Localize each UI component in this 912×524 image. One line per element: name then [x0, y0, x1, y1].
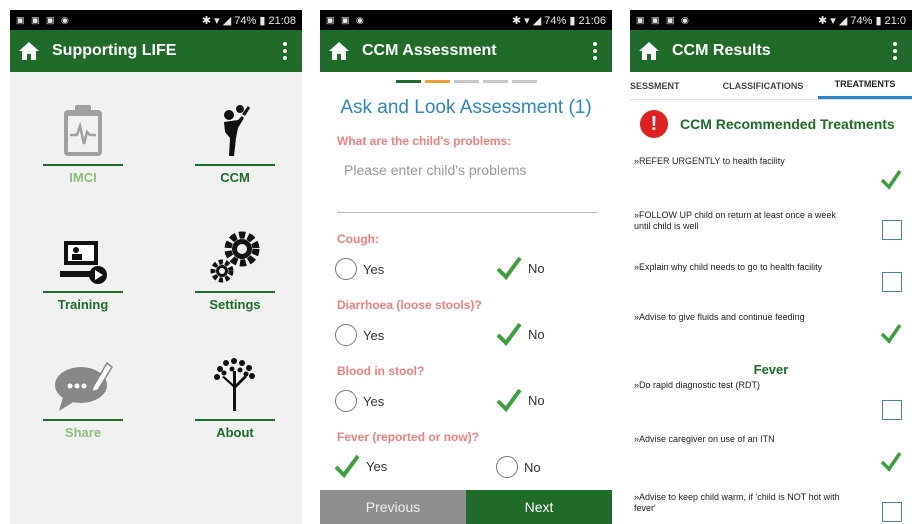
status-time: 21:06	[578, 14, 606, 27]
blood-yes-radio[interactable]: Yes	[335, 390, 384, 412]
tile-label: Share	[64, 425, 102, 440]
status-bar: ▣ ▣ ▣ ◉ ✱ ▾ ◢ 74% ▮ 21:08	[10, 10, 302, 30]
tab-assessment[interactable]: SESSMENT	[630, 72, 708, 99]
tile-share[interactable]: Share	[43, 357, 123, 440]
checkmark-icon	[496, 256, 522, 280]
question-blood-in-stool: Blood in stool?	[337, 364, 425, 378]
question-fever: Fever (reported or now)?	[337, 430, 480, 444]
notification-icons: ▣ ▣ ◉	[326, 14, 366, 25]
menu-grid: IMCI CCM Training Settings Share About	[10, 72, 302, 524]
overflow-menu-icon[interactable]	[592, 42, 598, 60]
page-title: Ask and Look Assessment (1)	[340, 97, 592, 118]
treatments-title: CCM Recommended Treatments	[680, 116, 895, 132]
notification-icons: ▣ ▣ ▣ ◉	[16, 14, 71, 25]
treatments-list: ! CCM Recommended Treatments »REFER URGE…	[630, 100, 912, 524]
treatment-item: »Advise to give fluids and continue feed…	[634, 312, 805, 322]
app-bar: CCM Results	[630, 30, 912, 72]
tile-label: Training	[57, 297, 109, 312]
cough-no-radio[interactable]: No	[496, 256, 545, 280]
status-time: 21:08	[268, 14, 296, 27]
home-icon[interactable]	[18, 41, 40, 61]
overflow-menu-icon[interactable]	[892, 42, 898, 60]
nav-bar: Previous Next	[320, 490, 612, 524]
tile-label: CCM	[220, 170, 250, 185]
tile-training[interactable]: Training	[43, 229, 123, 312]
status-right: ✱ ▾ ◢ 74% ▮ 21:0	[818, 14, 906, 27]
question-cough: Cough:	[337, 232, 379, 246]
previous-button[interactable]: Previous	[320, 490, 466, 524]
next-button[interactable]: Next	[466, 490, 612, 524]
treatment-checkbox[interactable]	[882, 400, 902, 420]
checkmark-icon	[496, 322, 522, 346]
cough-yes-radio[interactable]: Yes	[335, 258, 384, 280]
treatment-item: »FOLLOW UP child on return at least once…	[634, 210, 836, 231]
treatment-item: »Advise caregiver on use of an ITN	[634, 434, 775, 444]
question-diarrhoea: Diarrhoea (loose stools)?	[337, 298, 482, 312]
section-fever: Fever	[753, 362, 789, 377]
treatments-header: ! CCM Recommended Treatments	[640, 110, 895, 138]
overflow-menu-icon[interactable]	[282, 42, 288, 60]
speech-bubble-pencil-icon	[55, 361, 113, 411]
app-title: Supporting LIFE	[52, 42, 177, 59]
status-bar: ▣ ▣ ▣ ◉ ✱ ▾ ◢ 74% ▮ 21:0	[630, 10, 912, 30]
diarrhoea-yes-radio[interactable]: Yes	[335, 324, 384, 346]
status-time: 21:0	[884, 14, 906, 27]
fever-yes-radio[interactable]: Yes	[334, 454, 387, 478]
problems-label: What are the child's problems:	[337, 134, 512, 148]
presentation-laptop-icon	[60, 241, 107, 284]
treatment-checkbox[interactable]	[882, 502, 902, 522]
app-bar: CCM Assessment	[320, 30, 612, 72]
step-indicator	[320, 72, 612, 83]
treatment-item: »Explain why child needs to go to health…	[634, 262, 823, 272]
checkmark-icon[interactable]	[880, 322, 902, 344]
assessment-form: Ask and Look Assessment (1) What are the…	[320, 72, 612, 524]
treatment-checkbox[interactable]	[882, 272, 902, 292]
treatment-item: »REFER URGENTLY to health facility	[634, 156, 785, 166]
notification-icons: ▣ ▣ ▣ ◉	[636, 14, 691, 25]
treatment-item: »Advise to keep child warm, if 'child is…	[634, 492, 840, 513]
treatment-checkbox[interactable]	[882, 220, 902, 240]
app-title: CCM Assessment	[362, 42, 497, 59]
tree-icon	[214, 358, 255, 411]
checkmark-icon[interactable]	[880, 168, 902, 190]
tile-about[interactable]: About	[195, 357, 275, 440]
checkmark-icon	[496, 388, 522, 412]
tab-bar: SESSMENT CLASSIFICATIONS TREATMENTS	[630, 72, 912, 100]
results-screen: ▣ ▣ ▣ ◉ ✱ ▾ ◢ 74% ▮ 21:0 CCM Results SES…	[630, 10, 912, 524]
status-right: ✱ ▾ ◢ 74% ▮ 21:08	[201, 14, 296, 27]
tile-label: Settings	[209, 297, 261, 312]
blood-no-radio[interactable]: No	[496, 388, 545, 412]
home-icon[interactable]	[328, 41, 350, 61]
status-right: ✱ ▾ ◢ 74% ▮ 21:06	[511, 14, 606, 27]
tab-classifications[interactable]: CLASSIFICATIONS	[708, 72, 818, 99]
home-screen: ▣ ▣ ▣ ◉ ✱ ▾ ◢ 74% ▮ 21:08 Supporting LIF…	[10, 10, 302, 524]
tile-label: About	[216, 425, 254, 440]
app-bar: Supporting LIFE	[10, 30, 302, 72]
tab-treatments[interactable]: TREATMENTS	[818, 72, 912, 99]
alert-icon: !	[640, 110, 668, 138]
app-title: CCM Results	[672, 42, 771, 59]
diarrhoea-no-radio[interactable]: No	[496, 322, 545, 346]
tile-settings[interactable]: Settings	[195, 229, 275, 312]
fever-no-radio[interactable]: No	[496, 456, 541, 478]
treatment-item: »Do rapid diagnostic test (RDT)	[634, 380, 761, 390]
problems-input[interactable]: Please enter child's problems	[344, 162, 526, 178]
home-icon[interactable]	[638, 41, 660, 61]
adult-lifting-child-icon	[224, 105, 250, 156]
tile-imci[interactable]: IMCI	[43, 102, 123, 185]
checkmark-icon	[334, 454, 360, 478]
assessment-screen: ▣ ▣ ◉ ✱ ▾ ◢ 74% ▮ 21:06 CCM Assessment A…	[320, 10, 612, 524]
checkmark-icon[interactable]	[880, 450, 902, 472]
tile-ccm[interactable]: CCM	[195, 102, 275, 185]
status-bar: ▣ ▣ ◉ ✱ ▾ ◢ 74% ▮ 21:06	[320, 10, 612, 30]
input-underline	[337, 212, 597, 213]
gears-icon	[210, 231, 260, 283]
clipboard-heartbeat-icon	[64, 105, 102, 156]
tile-label: IMCI	[69, 170, 97, 185]
